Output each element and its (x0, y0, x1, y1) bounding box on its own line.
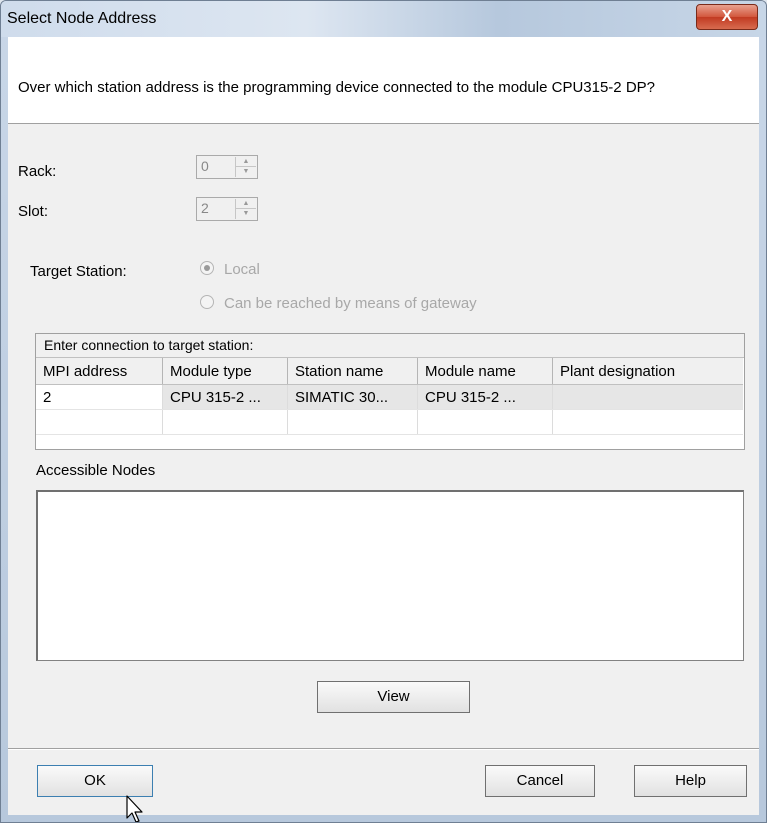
radio-selected-icon[interactable] (200, 261, 214, 275)
prompt-area: Over which station address is the progra… (8, 37, 759, 124)
rack-label: Rack: (18, 163, 57, 180)
view-button[interactable]: View (317, 681, 470, 713)
rack-value: 0 (201, 158, 209, 174)
ok-button[interactable]: OK (37, 765, 153, 797)
cell-module-name[interactable] (417, 409, 553, 435)
col-station-name[interactable]: Station name (287, 358, 418, 385)
spin-up-icon[interactable]: ▲ (236, 199, 256, 209)
separator (8, 748, 759, 750)
header-row: MPI address Module type Station name Mod… (36, 358, 743, 385)
cell-mpi-address[interactable]: 2 (36, 384, 163, 410)
cell-plant-designation[interactable] (552, 409, 743, 435)
rack-spinner[interactable]: 0 ▲ ▼ (196, 155, 258, 179)
dialog-body: Over which station address is the progra… (8, 37, 759, 822)
slot-spinner[interactable]: 2 ▲ ▼ (196, 197, 258, 221)
radio-local[interactable]: Local (200, 261, 260, 278)
cell-station-name[interactable] (287, 409, 418, 435)
cell-module-type[interactable]: CPU 315-2 ... (162, 384, 288, 410)
cancel-button[interactable]: Cancel (485, 765, 595, 797)
spin-up-icon[interactable]: ▲ (236, 157, 256, 167)
close-icon[interactable]: X (722, 8, 733, 25)
prompt-text: Over which station address is the progra… (18, 79, 655, 96)
cell-station-name[interactable]: SIMATIC 30... (287, 384, 418, 410)
cell-mpi-address[interactable] (36, 409, 163, 435)
radio-local-label: Local (224, 261, 260, 278)
connection-caption: Enter connection to target station: (36, 334, 744, 358)
help-button[interactable]: Help (634, 765, 747, 797)
mouse-cursor-icon (126, 795, 143, 822)
spin-down-icon[interactable]: ▼ (236, 209, 256, 218)
slot-label: Slot: (18, 203, 49, 220)
accessible-nodes-label: Accessible Nodes (36, 462, 156, 479)
spin-down-icon[interactable]: ▼ (236, 167, 256, 176)
col-mpi-address[interactable]: MPI address (36, 358, 163, 385)
connection-grid: MPI address Module type Station name Mod… (36, 358, 743, 435)
table-row[interactable] (36, 409, 743, 435)
cell-plant-designation[interactable] (552, 384, 743, 410)
col-module-type[interactable]: Module type (162, 358, 288, 385)
close-button[interactable]: X (696, 4, 758, 30)
window-title: Select Node Address (7, 10, 157, 27)
radio-gateway[interactable]: Can be reached by means of gateway (200, 295, 477, 312)
col-module-name[interactable]: Module name (417, 358, 553, 385)
title-bar: Select Node Address X (1, 1, 766, 37)
select-node-address-dialog: Select Node Address X Over which station… (0, 0, 767, 823)
slot-spin-buttons[interactable]: ▲ ▼ (235, 199, 256, 219)
slot-value: 2 (201, 200, 209, 216)
col-plant-designation[interactable]: Plant designation (552, 358, 743, 385)
cell-module-name[interactable]: CPU 315-2 ... (417, 384, 553, 410)
rack-spin-buttons[interactable]: ▲ ▼ (235, 157, 256, 177)
connection-table: Enter connection to target station: MPI … (35, 333, 745, 450)
target-station-label: Target Station: (30, 263, 127, 280)
cell-module-type[interactable] (162, 409, 288, 435)
radio-gateway-label: Can be reached by means of gateway (224, 295, 477, 312)
table-row[interactable]: 2 CPU 315-2 ... SIMATIC 30... CPU 315-2 … (36, 384, 743, 410)
accessible-nodes-list[interactable] (36, 490, 744, 661)
radio-empty-icon[interactable] (200, 295, 214, 309)
